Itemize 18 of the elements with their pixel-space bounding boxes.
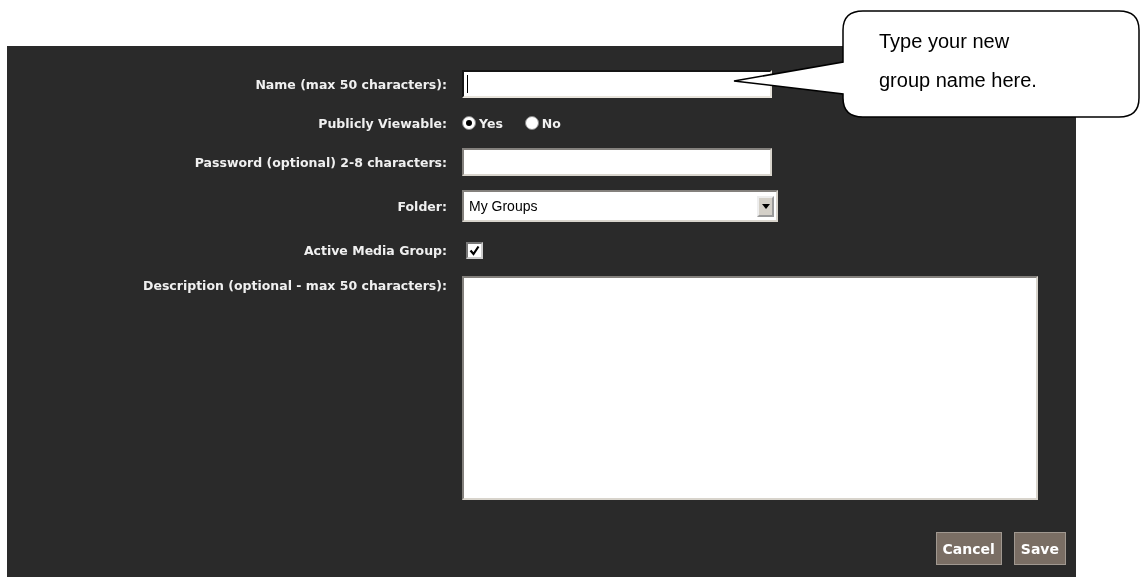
form-button[interactable]: Cancel <box>935 532 1002 565</box>
callout-text: Type your new group name here. <box>879 29 1038 93</box>
text-field[interactable] <box>462 70 772 98</box>
field-label: Name (max 50 characters): <box>254 76 447 92</box>
field-label: Folder: <box>396 198 447 214</box>
radio-button[interactable] <box>462 116 476 130</box>
radio-button[interactable] <box>524 116 539 130</box>
form-button[interactable]: Save <box>1013 532 1066 565</box>
folder-dropdown[interactable]: My Groups <box>462 190 778 222</box>
field-label: Active Media Group: <box>302 242 447 258</box>
radio-label: Yes <box>479 115 503 131</box>
field-label: Description (optional - max 50 characters): <box>142 278 447 293</box>
radio-label: No <box>541 115 561 131</box>
field-label: Password (optional) 2-8 characters: <box>193 154 447 170</box>
checkbox[interactable] <box>466 241 483 259</box>
text-cursor <box>467 75 468 93</box>
field-label: Publicly Viewable: <box>317 115 447 131</box>
description-field[interactable] <box>462 276 1038 500</box>
